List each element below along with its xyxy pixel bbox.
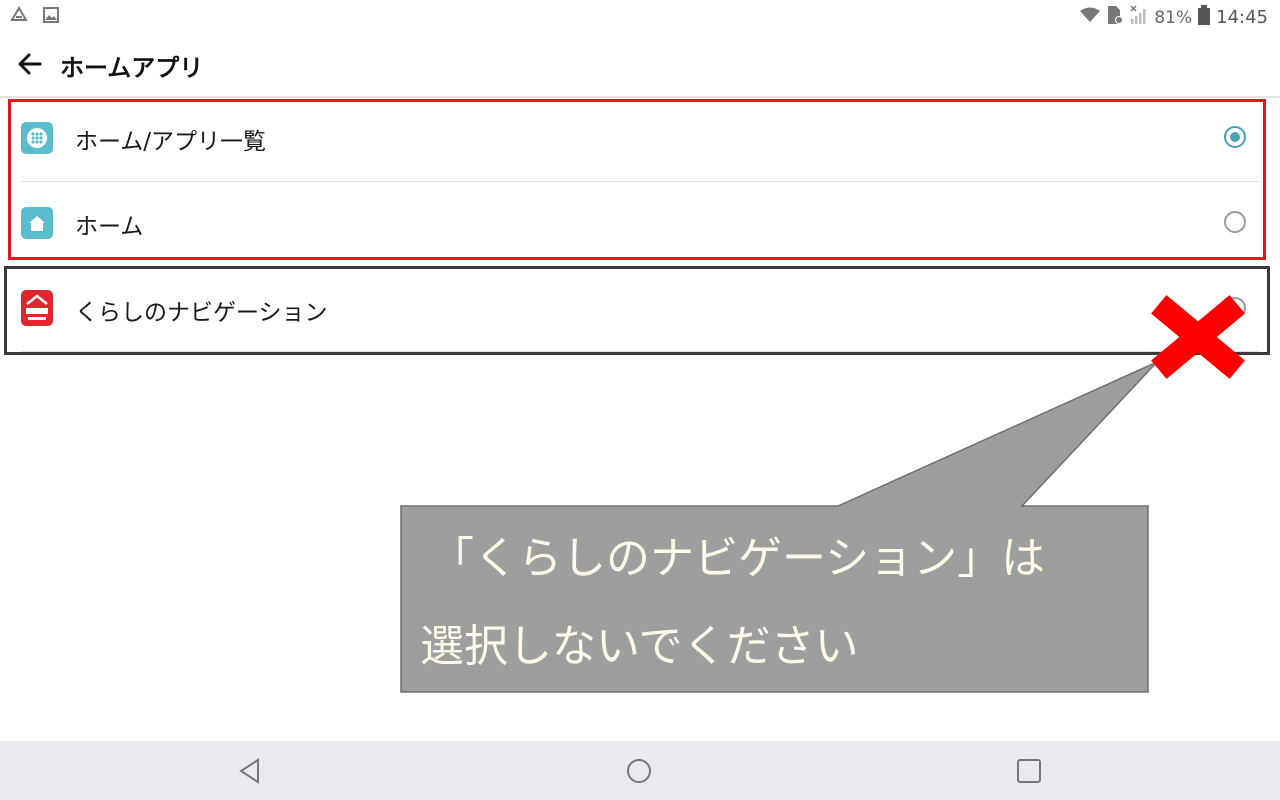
- battery-icon: [1198, 5, 1211, 30]
- recents-square-icon: [1017, 759, 1041, 783]
- battery-percent: 81%: [1154, 7, 1193, 28]
- back-button[interactable]: [14, 48, 46, 80]
- home-circle-icon: [627, 759, 651, 783]
- arrow-left-icon: [18, 53, 42, 75]
- page-title: ホームアプリ: [60, 54, 204, 82]
- wifi-icon: [1080, 7, 1101, 28]
- highlight-box-dark: [4, 266, 1270, 355]
- signal-icon: [1130, 5, 1148, 30]
- callout-text-line1: 「くらしのナビゲーション」は: [430, 533, 1046, 584]
- drive-icon: [10, 6, 28, 28]
- nav-back-button[interactable]: [236, 757, 264, 785]
- image-icon: [42, 6, 60, 28]
- status-bar: 81% 14:45: [0, 0, 1280, 32]
- nav-home-button[interactable]: [625, 757, 653, 785]
- status-time: 14:45: [1216, 7, 1268, 28]
- sim-icon: [1106, 5, 1124, 30]
- callout-text-line2: 選択しないでください: [420, 621, 859, 672]
- nav-recents-button[interactable]: [1015, 757, 1043, 785]
- highlight-box-red: [8, 99, 1266, 260]
- navigation-bar: [0, 741, 1280, 800]
- app-bar: ホームアプリ: [0, 32, 1280, 98]
- back-triangle-icon: [239, 758, 259, 784]
